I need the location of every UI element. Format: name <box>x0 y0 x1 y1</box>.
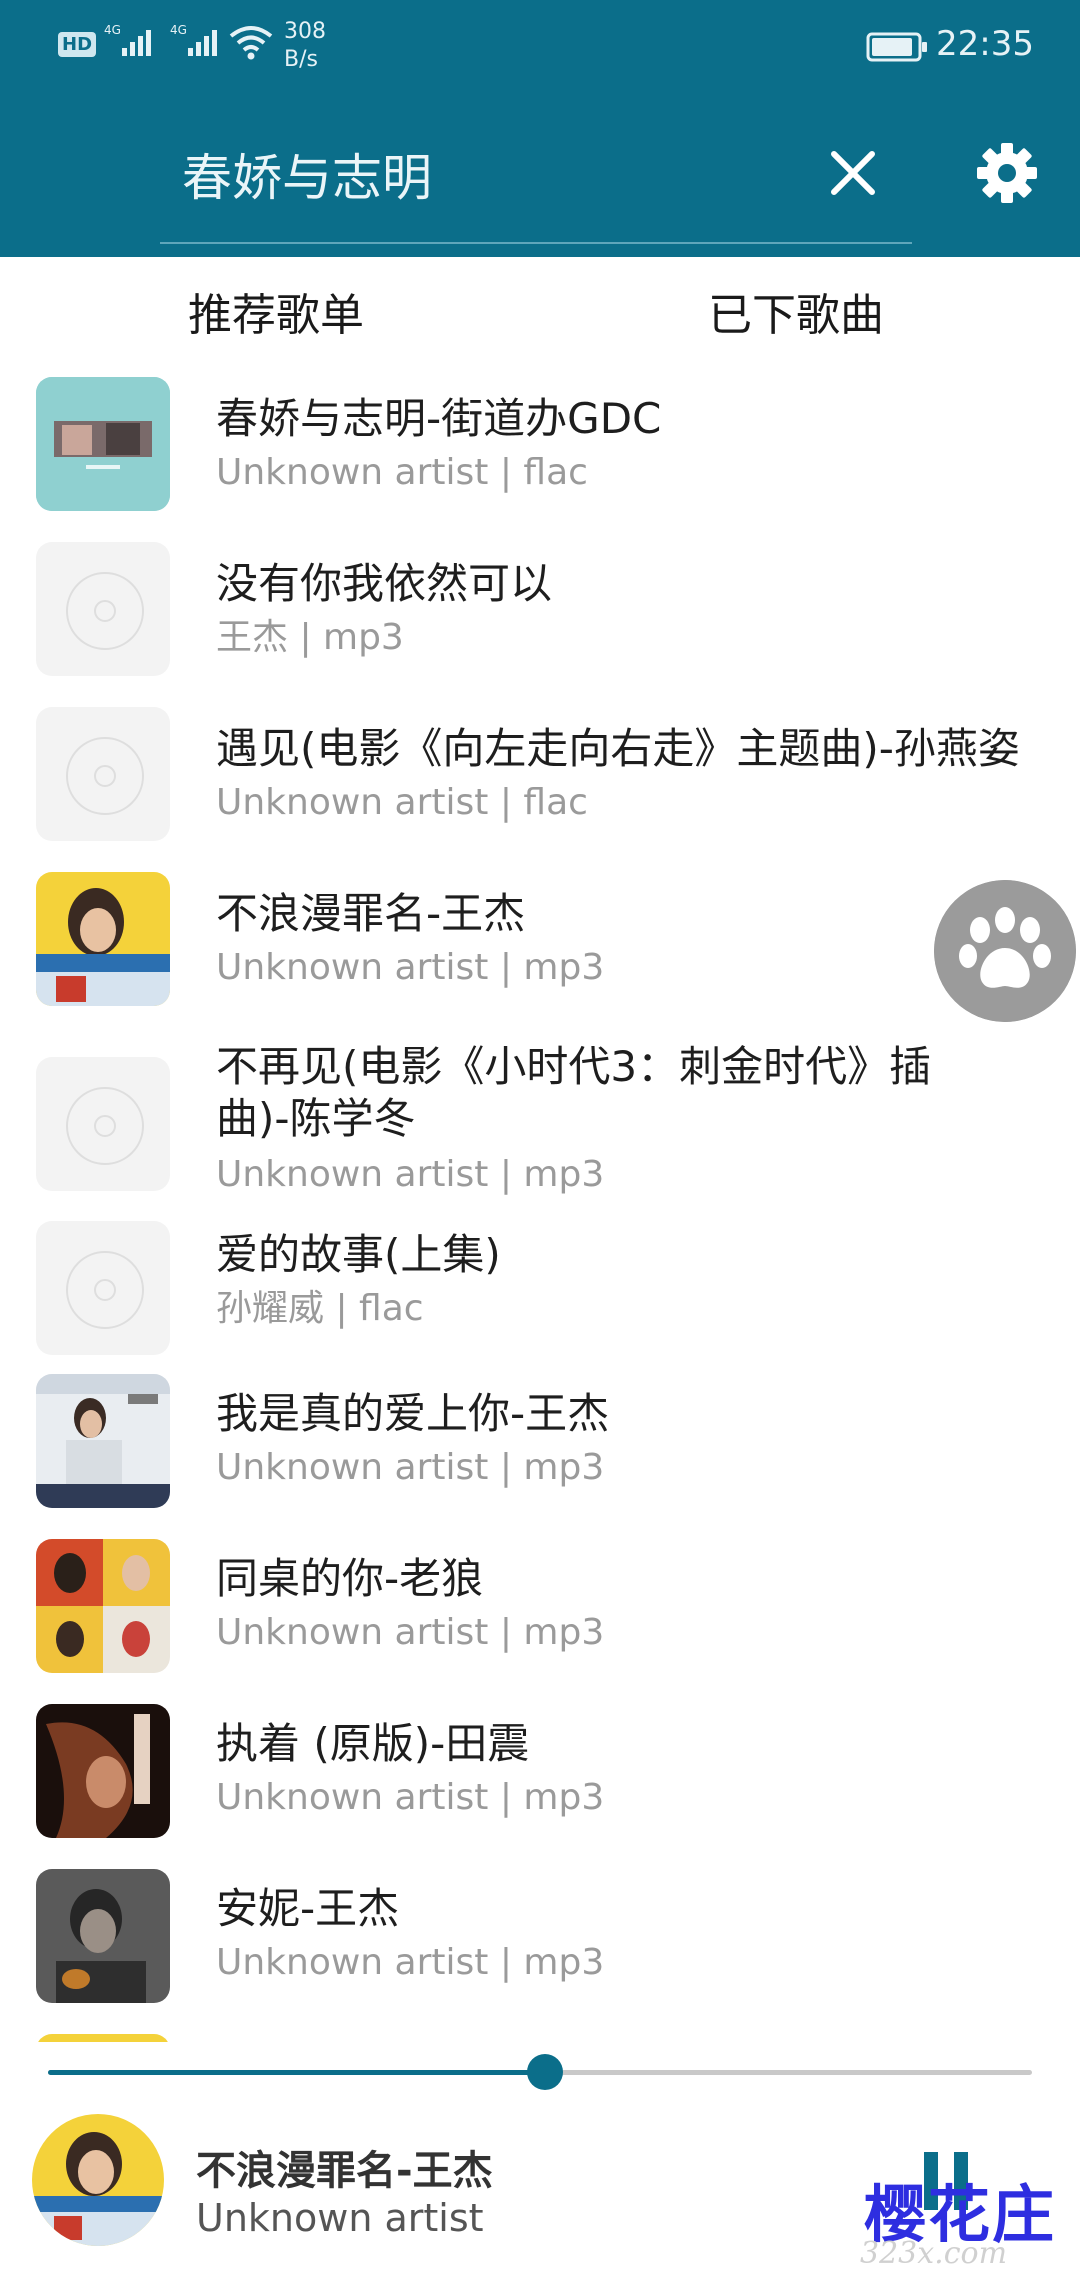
song-subtitle: Unknown artist | mp3 <box>216 1154 605 1195</box>
speed-unit: B/s <box>284 47 318 72</box>
list-item[interactable]: 我是真的爱上你-王杰 Unknown artist | mp3 <box>0 1362 1080 1527</box>
list-item[interactable]: 安妮-王杰 Unknown artist | mp3 <box>0 1857 1080 2022</box>
song-title: 同桌的你-老狼 <box>216 1554 484 1603</box>
list-item[interactable]: 没有你我依然可以 王杰 | mp3 <box>0 522 1080 687</box>
app-bar: HD 4G 4G 308 B/s 22:35 春娇与志明 <box>0 0 1080 257</box>
album-art-image <box>36 377 170 511</box>
tab-downloaded-songs[interactable]: 已下歌曲 <box>708 279 884 343</box>
song-subtitle: Unknown artist | mp3 <box>216 1447 605 1488</box>
list-item[interactable]: 春娇与志明-街道办GDC Unknown artist | flac <box>0 357 1080 522</box>
song-title: 执着 (原版)-田震 <box>216 1719 530 1768</box>
network-label-1: 4G <box>104 23 121 37</box>
album-cover-placeholder <box>36 542 170 676</box>
album-art-image <box>36 1374 170 1508</box>
list-item[interactable]: 不再见(电影《小时代3：刺金时代》插 曲)-陈学冬 Unknown artist… <box>0 1017 1080 1217</box>
disc-icon <box>66 572 144 650</box>
list-item[interactable]: 同桌的你-老狼 Unknown artist | mp3 <box>0 1527 1080 1692</box>
clock: 22:35 <box>936 24 1034 64</box>
song-title: 安妮-王杰 <box>216 1884 400 1933</box>
album-cover-placeholder <box>36 1057 170 1191</box>
song-subtitle: 王杰 | mp3 <box>216 617 404 658</box>
album-art-image <box>36 872 170 1006</box>
tab-recommended-playlists[interactable]: 推荐歌单 <box>188 279 364 343</box>
now-playing-title: 不浪漫罪名-王杰 <box>196 2148 493 2194</box>
song-title: 不再见(电影《小时代3：刺金时代》插 <box>216 1042 932 1091</box>
album-cover <box>36 2034 170 2042</box>
album-art-image <box>36 1704 170 1838</box>
song-subtitle: Unknown artist | mp3 <box>216 1942 605 1983</box>
paw-icon[interactable] <box>934 880 1076 1022</box>
gear-icon[interactable] <box>972 138 1042 208</box>
network-speed: 308 B/s <box>284 18 326 74</box>
album-art-image <box>32 2114 164 2246</box>
disc-icon <box>66 1087 144 1165</box>
song-subtitle: Unknown artist | mp3 <box>216 947 605 988</box>
playback-progress-fill <box>48 2070 545 2075</box>
search-underline <box>160 242 912 244</box>
album-cover <box>36 1539 170 1673</box>
list-item[interactable]: 执着 (原版)-田震 Unknown artist | mp3 <box>0 1692 1080 1857</box>
disc-icon <box>66 1251 144 1329</box>
network-label-2: 4G <box>170 23 187 37</box>
playback-progress-bar[interactable] <box>48 2054 1032 2090</box>
album-art-image <box>36 1869 170 2003</box>
song-subtitle: 孙耀威 | flac <box>216 1288 424 1329</box>
song-title: 我是真的爱上你-王杰 <box>216 1389 610 1438</box>
wifi-icon <box>229 26 273 60</box>
list-item[interactable]: 遇见(电影《向左走向右走》主题曲)-孙燕姿 Unknown artist | f… <box>0 687 1080 852</box>
cell-signal-icon: 4G <box>170 23 217 56</box>
song-title-line-2: 曲)-陈学冬 <box>216 1094 416 1143</box>
status-bar: HD 4G 4G 308 B/s 22:35 <box>0 0 1080 92</box>
hd-badge: HD <box>58 32 97 57</box>
music-app-screen: HD 4G 4G 308 B/s 22:35 春娇与志明 推荐歌单 已下歌曲 春… <box>0 0 1080 2280</box>
song-title: 春娇与志明-街道办GDC <box>216 394 662 443</box>
tab-bar: 推荐歌单 已下歌曲 <box>0 257 1080 357</box>
song-title: 爱的故事(上集) <box>216 1230 501 1279</box>
song-subtitle: Unknown artist | flac <box>216 782 588 823</box>
speed-value: 308 <box>284 19 326 44</box>
cell-signal-icon: 4G <box>104 23 151 56</box>
close-icon[interactable] <box>818 138 888 208</box>
album-cover-placeholder <box>36 707 170 841</box>
now-playing-cover[interactable] <box>32 2114 164 2246</box>
song-subtitle: Unknown artist | flac <box>216 452 588 493</box>
album-cover <box>36 872 170 1006</box>
watermark-sub-text: 323x.com <box>860 2236 1008 2271</box>
album-cover-placeholder <box>36 1221 170 1355</box>
search-input[interactable]: 春娇与志明 <box>182 138 432 210</box>
list-item[interactable] <box>0 2022 1080 2042</box>
now-playing-artist: Unknown artist <box>196 2196 484 2240</box>
song-title: 没有你我依然可以 <box>216 559 553 608</box>
list-item[interactable]: 不浪漫罪名-王杰 Unknown artist | mp3 <box>0 852 1080 1017</box>
list-item[interactable]: 爱的故事(上集) 孙耀威 | flac <box>0 1217 1080 1362</box>
album-cover <box>36 1869 170 2003</box>
song-title: 遇见(电影《向左走向右走》主题曲)-孙燕姿 <box>216 724 1020 773</box>
album-cover <box>36 377 170 511</box>
album-art-image <box>36 1539 170 1673</box>
playback-progress-handle[interactable] <box>526 2054 563 2090</box>
song-subtitle: Unknown artist | mp3 <box>216 1777 605 1818</box>
album-cover <box>36 1704 170 1838</box>
album-cover <box>36 1374 170 1508</box>
battery-icon <box>866 32 927 62</box>
disc-icon <box>66 737 144 815</box>
song-subtitle: Unknown artist | mp3 <box>216 1612 605 1653</box>
song-title: 不浪漫罪名-王杰 <box>216 889 526 938</box>
